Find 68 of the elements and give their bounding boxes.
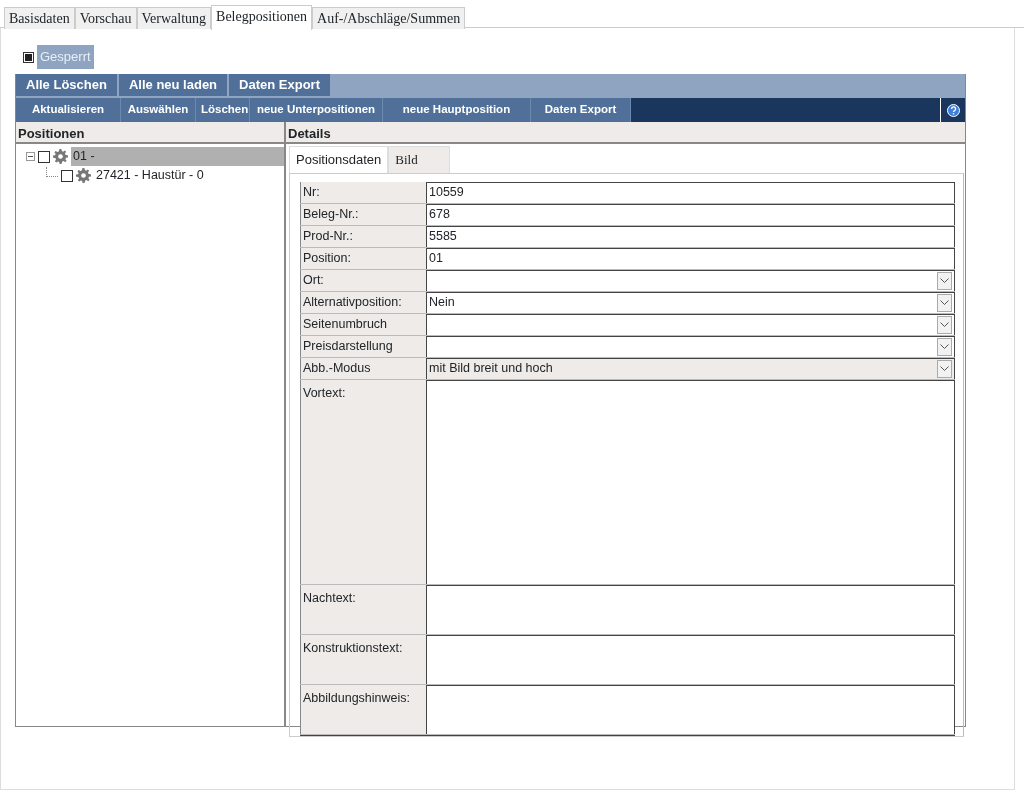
tree-item[interactable]: 01 -	[71, 147, 284, 166]
tab[interactable]: Positionsdaten	[289, 146, 389, 173]
chevron-down-icon	[940, 366, 949, 371]
text-area[interactable]	[427, 634, 955, 684]
panel-header: Details	[286, 122, 965, 144]
field-value: 678	[429, 206, 450, 224]
field-value: Nein	[429, 294, 455, 312]
field-label: Vortext:	[300, 379, 427, 584]
dropdown-button[interactable]	[937, 315, 952, 334]
chevron-down-icon	[940, 344, 949, 349]
field-label: Konstruktionstext:	[300, 634, 427, 684]
input-field[interactable]: 10559	[427, 181, 955, 203]
tab[interactable]: Belegpositionen	[211, 5, 313, 30]
text-area[interactable]	[427, 584, 955, 634]
toolbar-button[interactable]: neue Hauptposition	[383, 98, 531, 122]
field-value: 01	[429, 250, 443, 268]
field-label: Position:	[300, 247, 427, 269]
tree-connector	[46, 166, 58, 177]
tab[interactable]: Auf-/Abschläge/Summen	[312, 7, 466, 29]
dropdown-button[interactable]	[937, 293, 952, 312]
dropdown-field[interactable]	[427, 313, 955, 335]
tab[interactable]: Basisdaten	[4, 7, 75, 29]
collapse-icon[interactable]	[26, 152, 35, 161]
toolbar-button[interactable]: Daten Export	[229, 74, 332, 96]
tab[interactable]: Vorschau	[74, 7, 137, 29]
field-label: Abbildungshinweis:	[300, 684, 427, 734]
chevron-down-icon	[940, 300, 949, 305]
field-label: Preisdarstellung	[300, 335, 427, 357]
chevron-down-icon	[940, 278, 949, 283]
checkbox-label: Gesperrt	[37, 45, 94, 69]
toolbar-button[interactable]: Löschen	[196, 98, 250, 122]
field-value: 5585	[429, 228, 457, 246]
gear-icon	[53, 149, 68, 164]
tree-item[interactable]: 27421 - Haustür - 0	[94, 166, 206, 185]
field-value: 10559	[429, 184, 464, 202]
checkbox[interactable]	[61, 169, 73, 182]
checkbox[interactable]	[23, 51, 34, 63]
dropdown-button[interactable]	[937, 337, 952, 356]
checkbox[interactable]	[38, 150, 50, 163]
dropdown-field[interactable]: Nein	[427, 291, 955, 313]
tab[interactable]: Bild	[388, 146, 451, 173]
gear-icon	[76, 168, 91, 183]
field-label: Ort:	[300, 269, 427, 291]
field-label: Alternativposition:	[300, 291, 427, 313]
toolbar-button[interactable]: Aktualisieren	[16, 98, 121, 122]
dropdown-field[interactable]	[427, 269, 955, 291]
field-label: Nr:	[300, 181, 427, 203]
help-icon[interactable]	[946, 103, 960, 117]
input-field[interactable]: 01	[427, 247, 955, 269]
dropdown-field[interactable]	[427, 335, 955, 357]
field-value: mit Bild breit und hoch	[429, 360, 553, 378]
toolbar-button[interactable]: Auswählen	[121, 98, 196, 122]
tab[interactable]: Verwaltung	[136, 7, 212, 29]
field-label: Nachtext:	[300, 584, 427, 634]
field-label: Beleg-Nr.:	[300, 203, 427, 225]
chevron-down-icon	[940, 322, 949, 327]
toolbar-button[interactable]: neue Unterpositionen	[250, 98, 383, 122]
input-field[interactable]: 5585	[427, 225, 955, 247]
field-label: Seitenumbruch	[300, 313, 427, 335]
field-label: Abb.-Modus	[300, 357, 427, 379]
panel-header: Positionen	[16, 122, 284, 144]
dropdown-button[interactable]	[937, 271, 952, 290]
toolbar-button[interactable]: Alle Löschen	[16, 74, 119, 96]
toolbar-button[interactable]: Alle neu laden	[118, 74, 230, 96]
text-area[interactable]	[427, 684, 955, 734]
input-field[interactable]: 678	[427, 203, 955, 225]
field-label: Prod-Nr.:	[300, 225, 427, 247]
toolbar-button[interactable]: Daten Export	[531, 98, 631, 122]
